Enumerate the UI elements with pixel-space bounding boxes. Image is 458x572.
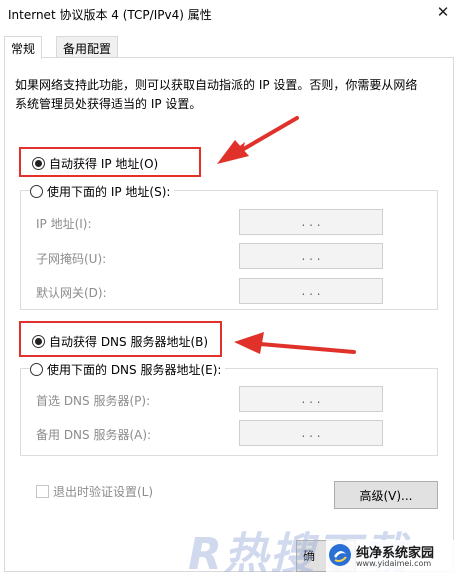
manual-ip-label: 使用下面的 IP 地址(S):: [47, 185, 171, 199]
alternate-dns-label: 备用 DNS 服务器(A):: [36, 428, 152, 442]
manual-dns-radio[interactable]: 使用下面的 DNS 服务器地址(E):: [30, 361, 226, 378]
ip-address-label: IP 地址(I):: [36, 217, 92, 231]
annotation-arrow-ip: [217, 116, 299, 164]
subnet-mask-input[interactable]: . . .: [239, 243, 383, 269]
ip-address-value: . . .: [301, 215, 321, 229]
manual-dns-radio-indicator: [30, 363, 43, 376]
advanced-button[interactable]: 高级(V)...: [334, 481, 438, 509]
brand-url: www.yidaimei.com: [356, 559, 432, 568]
title-bar: Internet 协议版本 4 (TCP/IPv4) 属性 ✕: [0, 0, 458, 28]
subnet-mask-value: . . .: [301, 249, 321, 263]
brand-logo-icon: [329, 544, 351, 566]
validate-on-exit-box: [36, 485, 49, 498]
preferred-dns-input[interactable]: . . .: [239, 386, 383, 412]
validate-on-exit-label: 退出时验证设置(L): [53, 485, 154, 499]
alternate-dns-input[interactable]: . . .: [239, 420, 383, 446]
close-button[interactable]: ✕: [428, 0, 458, 24]
annotation-box-auto-ip: [19, 147, 201, 177]
annotation-box-auto-dns: [19, 321, 222, 357]
brand-watermark: 纯净系统家园 www.yidaimei.com: [326, 540, 458, 572]
annotation-arrow-dns: [234, 332, 356, 354]
description-text: 如果网络支持此功能，则可以获取自动指派的 IP 设置。否则，你需要从网络系统管理…: [15, 78, 418, 111]
alternate-dns-value: . . .: [301, 426, 321, 440]
ip-address-input[interactable]: . . .: [239, 209, 383, 235]
default-gateway-label: 默认网关(D):: [36, 286, 107, 300]
preferred-dns-value: . . .: [301, 392, 321, 406]
close-icon: ✕: [436, 3, 450, 21]
preferred-dns-label: 首选 DNS 服务器(P):: [36, 394, 151, 408]
validate-on-exit-checkbox[interactable]: 退出时验证设置(L): [36, 483, 153, 500]
ipv4-properties-dialog: Internet 协议版本 4 (TCP/IPv4) 属性 ✕ 常规 备用配置 …: [0, 0, 458, 572]
manual-dns-label: 使用下面的 DNS 服务器地址(E):: [47, 363, 222, 377]
subnet-mask-label: 子网掩码(U):: [36, 252, 107, 266]
tab-general[interactable]: 常规: [4, 36, 43, 59]
window-title: Internet 协议版本 4 (TCP/IPv4) 属性: [8, 8, 212, 22]
manual-ip-radio-indicator: [30, 185, 43, 198]
manual-ip-radio[interactable]: 使用下面的 IP 地址(S):: [30, 183, 175, 200]
tab-alternate-configuration[interactable]: 备用配置: [56, 36, 119, 58]
default-gateway-value: . . .: [301, 284, 321, 298]
default-gateway-input[interactable]: . . .: [239, 278, 383, 304]
tab-bar: 常规 备用配置: [4, 36, 454, 59]
